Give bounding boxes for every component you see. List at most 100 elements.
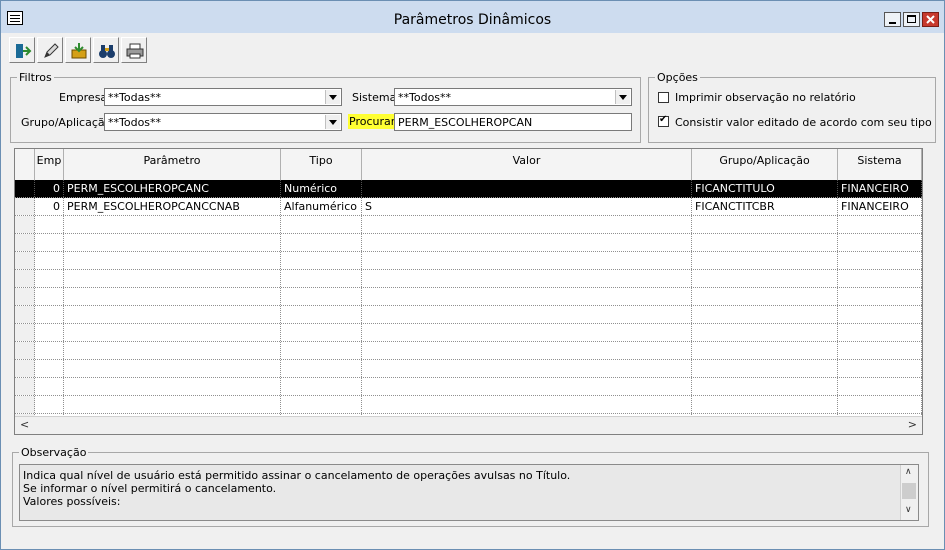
- table-row-empty[interactable]: [15, 234, 922, 252]
- table-cell[interactable]: [692, 234, 838, 251]
- table-cell[interactable]: [64, 288, 281, 305]
- table-row-empty[interactable]: [15, 216, 922, 234]
- table-row-empty[interactable]: [15, 270, 922, 288]
- consistir-valor-checkbox[interactable]: [658, 114, 669, 127]
- cell-tipo[interactable]: Numérico: [281, 180, 362, 197]
- horizontal-scrollbar[interactable]: < >: [15, 416, 922, 434]
- grupo-select[interactable]: **Todos**: [104, 113, 342, 131]
- column-header-valor[interactable]: Valor: [362, 149, 692, 180]
- table-cell[interactable]: [281, 288, 362, 305]
- table-cell[interactable]: [35, 216, 64, 233]
- table-cell[interactable]: [64, 342, 281, 359]
- table-cell[interactable]: [362, 324, 692, 341]
- table-cell[interactable]: [281, 378, 362, 395]
- table-cell[interactable]: [281, 216, 362, 233]
- row-indicator[interactable]: [15, 378, 35, 395]
- table-cell[interactable]: [838, 306, 922, 323]
- chevron-down-icon[interactable]: [615, 90, 630, 104]
- table-cell[interactable]: [281, 324, 362, 341]
- maximize-button[interactable]: [903, 12, 920, 27]
- cell-emp[interactable]: 0: [35, 198, 64, 215]
- cell-sistema[interactable]: FINANCEIRO: [838, 198, 922, 215]
- chevron-down-icon[interactable]: [325, 90, 340, 104]
- table-cell[interactable]: [35, 396, 64, 413]
- exit-button[interactable]: [9, 37, 35, 63]
- table-cell[interactable]: [692, 306, 838, 323]
- table-cell[interactable]: [64, 324, 281, 341]
- row-indicator[interactable]: [15, 342, 35, 359]
- table-cell[interactable]: [692, 216, 838, 233]
- table-row-empty[interactable]: [15, 396, 922, 414]
- table-row-empty[interactable]: [15, 288, 922, 306]
- close-button[interactable]: [922, 12, 939, 27]
- table-row-empty[interactable]: [15, 252, 922, 270]
- scroll-down-icon[interactable]: ∨: [905, 505, 912, 515]
- table-row-empty[interactable]: [15, 324, 922, 342]
- table-cell[interactable]: [281, 342, 362, 359]
- table-cell[interactable]: [838, 234, 922, 251]
- table-cell[interactable]: [35, 270, 64, 287]
- column-header-sistema[interactable]: Sistema: [838, 149, 922, 180]
- column-header-tipo[interactable]: Tipo: [281, 149, 362, 180]
- table-cell[interactable]: [838, 378, 922, 395]
- table-cell[interactable]: [362, 216, 692, 233]
- table-cell[interactable]: [838, 270, 922, 287]
- table-cell[interactable]: [838, 288, 922, 305]
- row-indicator[interactable]: [15, 198, 35, 215]
- minimize-button[interactable]: [884, 12, 901, 27]
- table-cell[interactable]: [64, 270, 281, 287]
- table-cell[interactable]: [838, 216, 922, 233]
- scroll-up-icon[interactable]: ∧: [905, 467, 912, 477]
- table-cell[interactable]: [64, 216, 281, 233]
- cell-grupo[interactable]: FICANCTITCBR: [692, 198, 838, 215]
- table-cell[interactable]: [692, 360, 838, 377]
- table-cell[interactable]: [362, 396, 692, 413]
- scroll-thumb[interactable]: [902, 483, 916, 499]
- table-cell[interactable]: [362, 270, 692, 287]
- table-row-empty[interactable]: [15, 306, 922, 324]
- table-cell[interactable]: [35, 288, 64, 305]
- table-cell[interactable]: [281, 270, 362, 287]
- scroll-left-icon[interactable]: <: [20, 418, 29, 431]
- table-row-empty[interactable]: [15, 378, 922, 396]
- table-cell[interactable]: [362, 306, 692, 323]
- table-cell[interactable]: [35, 252, 64, 269]
- row-indicator[interactable]: [15, 288, 35, 305]
- imprimir-observacao-checkbox[interactable]: [658, 92, 669, 103]
- table-cell[interactable]: [692, 324, 838, 341]
- cell-emp[interactable]: 0: [35, 180, 64, 197]
- table-cell[interactable]: [35, 234, 64, 251]
- procurar-input[interactable]: PERM_ESCOLHEROPCAN: [394, 113, 632, 131]
- table-cell[interactable]: [35, 306, 64, 323]
- table-cell[interactable]: [281, 252, 362, 269]
- empresa-select[interactable]: **Todas**: [104, 88, 342, 106]
- table-cell[interactable]: [281, 360, 362, 377]
- table-cell[interactable]: [64, 378, 281, 395]
- cell-parametro[interactable]: PERM_ESCOLHEROPCANCCNAB: [64, 198, 281, 215]
- table-row[interactable]: 0 PERM_ESCOLHEROPCANC Numérico FICANCTIT…: [15, 180, 922, 198]
- column-header-emp[interactable]: Emp: [35, 149, 64, 180]
- chevron-down-icon[interactable]: [325, 115, 340, 129]
- cell-tipo[interactable]: Alfanumérico: [281, 198, 362, 215]
- table-cell[interactable]: [281, 234, 362, 251]
- table-row-empty[interactable]: [15, 342, 922, 360]
- row-indicator[interactable]: [15, 216, 35, 233]
- table-cell[interactable]: [64, 360, 281, 377]
- table-cell[interactable]: [281, 396, 362, 413]
- column-header-grupo[interactable]: Grupo/Aplicação: [692, 149, 838, 180]
- table-row[interactable]: 0 PERM_ESCOLHEROPCANCCNAB Alfanumérico S…: [15, 198, 922, 216]
- table-cell[interactable]: [362, 252, 692, 269]
- row-indicator[interactable]: [15, 234, 35, 251]
- table-cell[interactable]: [35, 360, 64, 377]
- row-indicator[interactable]: [15, 396, 35, 413]
- cell-sistema[interactable]: FINANCEIRO: [838, 180, 922, 197]
- table-cell[interactable]: [692, 342, 838, 359]
- print-button[interactable]: [121, 37, 147, 63]
- table-cell[interactable]: [64, 306, 281, 323]
- table-cell[interactable]: [64, 396, 281, 413]
- cell-valor[interactable]: [362, 180, 692, 197]
- table-cell[interactable]: [838, 396, 922, 413]
- table-cell[interactable]: [692, 270, 838, 287]
- scroll-right-icon[interactable]: >: [908, 418, 917, 431]
- cell-grupo[interactable]: FICANCTITULO: [692, 180, 838, 197]
